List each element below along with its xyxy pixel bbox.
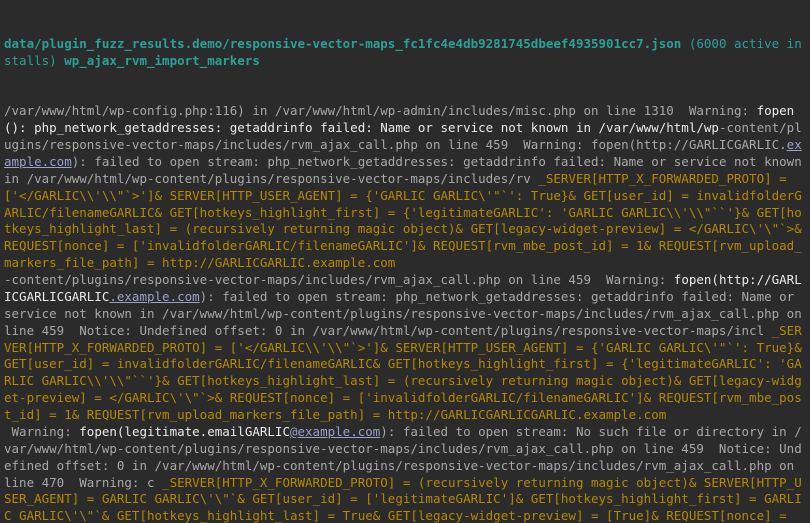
- log-segment: fopen(legitimate.emailGARLIC: [79, 424, 290, 439]
- log-segment: /var/www/html/wp-config.php:116) in /var…: [4, 103, 757, 118]
- file-path: data/plugin_fuzz_results.demo/responsive…: [4, 36, 681, 51]
- hook-name: wp_ajax_rvm_import_markers: [64, 53, 260, 68]
- log-header: data/plugin_fuzz_results.demo/responsive…: [4, 36, 806, 70]
- log-body: /var/www/html/wp-config.php:116) in /var…: [4, 103, 806, 523]
- terminal-output[interactable]: data/plugin_fuzz_results.demo/responsive…: [0, 0, 810, 523]
- log-segment: @example.com: [290, 424, 380, 439]
- log-segment: Warning:: [4, 424, 79, 439]
- log-segment: .example.com: [109, 289, 199, 304]
- log-segment: -content/plugins/responsive-vector-maps/…: [4, 272, 674, 287]
